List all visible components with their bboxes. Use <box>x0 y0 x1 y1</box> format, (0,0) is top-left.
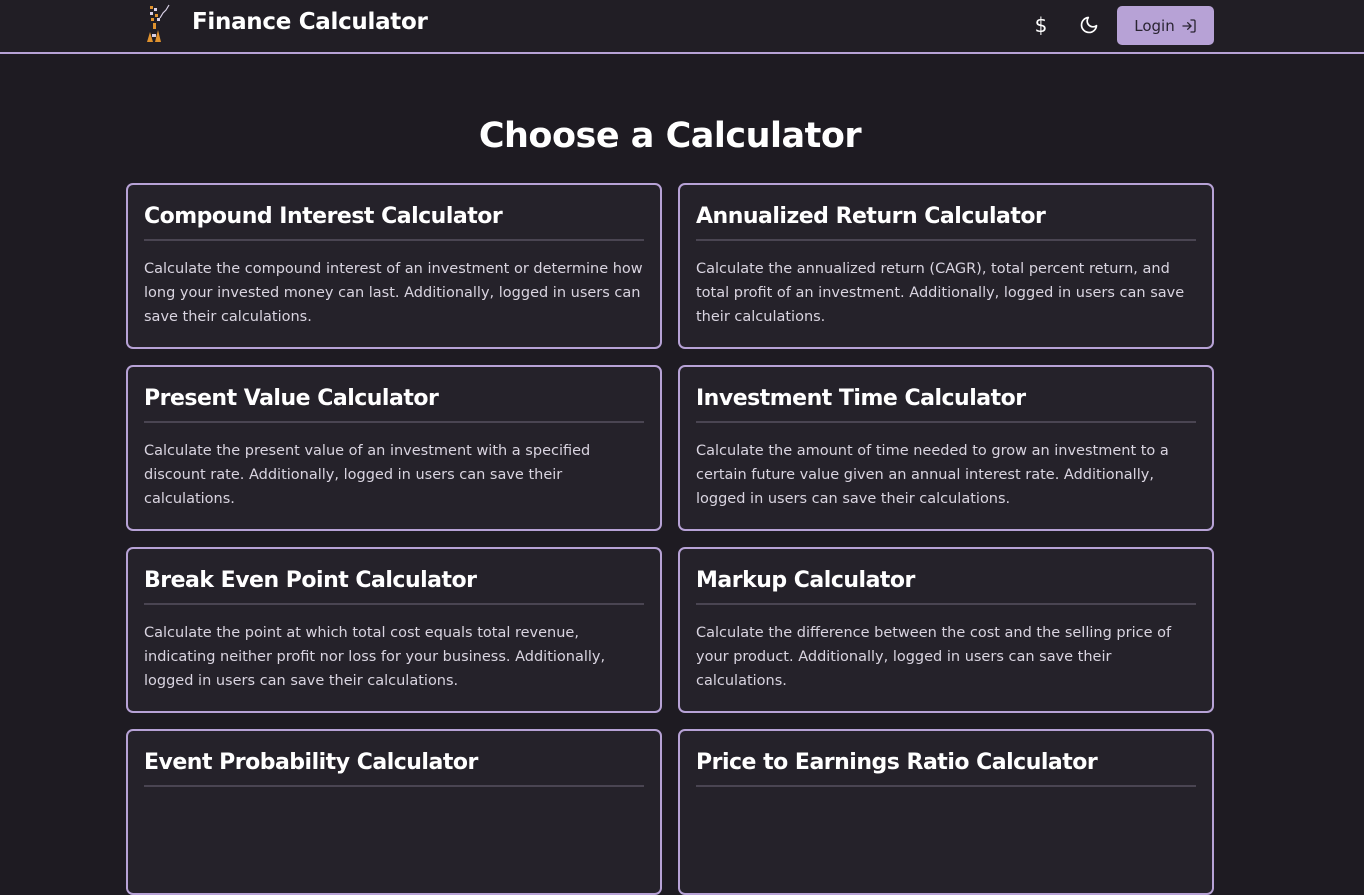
card-title: Present Value Calculator <box>144 385 644 423</box>
app-title[interactable]: Finance Calculator <box>192 9 428 35</box>
app-logo[interactable] <box>140 2 170 44</box>
calculator-card-compound-interest[interactable]: Compound Interest Calculator Calculate t… <box>126 183 662 349</box>
theme-toggle-button[interactable] <box>1077 12 1101 38</box>
card-title: Break Even Point Calculator <box>144 567 644 605</box>
card-description: Calculate the compound interest of an in… <box>144 261 643 325</box>
currency-button[interactable]: $ <box>1029 12 1053 38</box>
card-description: Calculate the present value of an invest… <box>144 443 591 507</box>
card-title: Markup Calculator <box>696 567 1196 605</box>
login-arrow-icon <box>1182 18 1196 33</box>
calculator-card-break-even-point[interactable]: Break Even Point Calculator Calculate th… <box>126 547 662 713</box>
card-title: Investment Time Calculator <box>696 385 1196 423</box>
card-title: Compound Interest Calculator <box>144 203 644 241</box>
calculator-card-investment-time[interactable]: Investment Time Calculator Calculate the… <box>678 365 1214 531</box>
dollar-icon: $ <box>1034 13 1048 37</box>
card-description: Calculate the difference between the cos… <box>696 625 1172 689</box>
moon-icon <box>1080 16 1098 34</box>
login-label: Login <box>1134 16 1175 35</box>
calculator-card-present-value[interactable]: Present Value Calculator Calculate the p… <box>126 365 662 531</box>
top-navbar: Finance Calculator $ Login <box>0 0 1364 54</box>
calculator-card-price-to-earnings[interactable]: Price to Earnings Ratio Calculator <box>678 729 1214 895</box>
calculator-card-annualized-return[interactable]: Annualized Return Calculator Calculate t… <box>678 183 1214 349</box>
card-description: Calculate the annualized return (CAGR), … <box>696 261 1185 325</box>
calculator-card-markup[interactable]: Markup Calculator Calculate the differen… <box>678 547 1214 713</box>
card-title: Annualized Return Calculator <box>696 203 1196 241</box>
card-description: Calculate the point at which total cost … <box>144 625 606 689</box>
login-button[interactable]: Login <box>1117 6 1214 45</box>
card-description: Calculate the amount of time needed to g… <box>696 443 1169 507</box>
page-title: Choose a Calculator <box>478 116 862 156</box>
card-title: Price to Earnings Ratio Calculator <box>696 749 1196 787</box>
card-title: Event Probability Calculator <box>144 749 644 787</box>
calculator-card-event-probability[interactable]: Event Probability Calculator <box>126 729 662 895</box>
